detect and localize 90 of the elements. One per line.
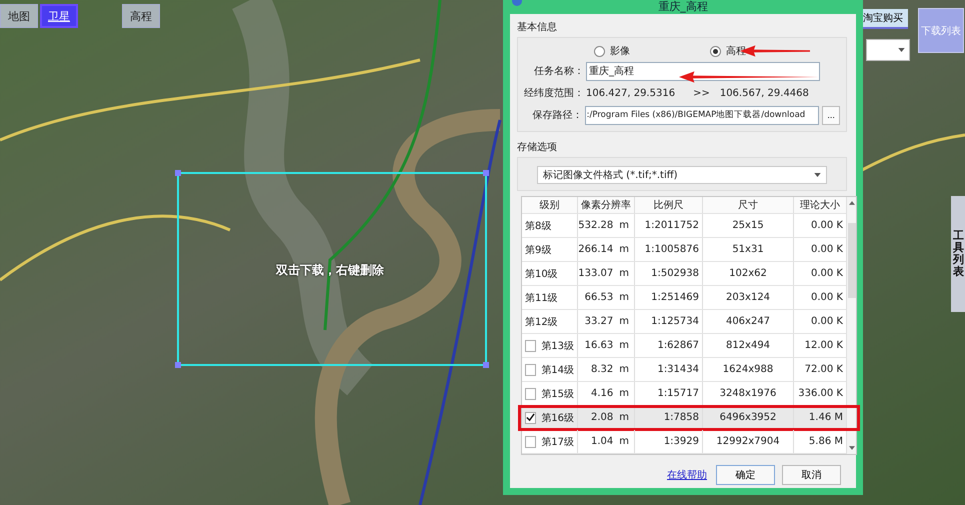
field-label: 经纬度范围： <box>524 86 584 100</box>
scale-cell: 1:62867 <box>635 334 703 357</box>
checkbox[interactable] <box>525 364 536 376</box>
column-header: 级别 <box>522 197 578 213</box>
browse-button[interactable]: ... <box>822 106 840 124</box>
scale-cell: 1:502938 <box>635 262 703 285</box>
file-size-cell-text: 0.00 K <box>810 291 844 305</box>
checkbox[interactable] <box>525 412 536 424</box>
file-size-cell-text: 12.00 K <box>804 339 844 353</box>
resolution-cell: 532.28 m <box>578 214 635 237</box>
level-cell: 第14级 <box>522 358 578 381</box>
radio-button[interactable] <box>594 46 605 56</box>
resolution-cell: 266.14 m <box>578 238 635 261</box>
map-type-tab[interactable]: 卫星 <box>40 4 78 28</box>
section-heading: 基本信息 <box>517 20 557 34</box>
scale-cell: 1:1005876 <box>635 238 703 261</box>
tool-list-label: 工具列表 <box>952 230 964 278</box>
column-header: 比例尺 <box>635 197 703 213</box>
scroll-down-icon[interactable] <box>848 446 854 450</box>
file-size-cell-text: 0.00 K <box>810 315 844 329</box>
file-size-cell-text: 1.46 M <box>808 411 844 425</box>
level-cell: 第10级 <box>522 262 578 285</box>
file-size-cell-text: 336.00 K <box>797 387 844 401</box>
file-size-cell-text: 72.00 K <box>804 363 844 377</box>
resolution-cell: 4.16 m <box>578 382 635 405</box>
file-size-cell-text: 0.00 K <box>810 267 844 281</box>
map-type-tab[interactable]: 高程 <box>122 4 160 28</box>
resolution-cell: 16.63 m <box>578 334 635 357</box>
size-cell: 12992x7904 <box>703 430 794 453</box>
size-cell: 102x62 <box>703 262 794 285</box>
cancel-button[interactable]: 取消 <box>782 465 841 485</box>
level-cell: 第12级 <box>522 310 578 333</box>
caret-icon <box>898 48 905 52</box>
file-size-cell-text: 0.00 K <box>810 243 844 257</box>
scale-cell: 1:2011752 <box>635 214 703 237</box>
file-size-cell-text: 5.86 M <box>808 435 844 449</box>
level-cell: 第11级 <box>522 286 578 309</box>
resolution-cell: 33.27 m <box>578 310 635 333</box>
selection-rectangle[interactable] <box>177 172 487 366</box>
column-header: 尺寸 <box>703 197 794 213</box>
resolution-cell: 8.32 m <box>578 358 635 381</box>
ok-button[interactable]: 确定 <box>716 465 775 485</box>
format-dropdown[interactable]: 标记图像文件格式 (*.tif;*.tiff) <box>537 166 827 184</box>
level-cell: 第9级 <box>522 238 578 261</box>
size-cell: 51x31 <box>703 238 794 261</box>
save-path-field[interactable]: :/Program Files (x86)/BIGEMAP地图下载器/download <box>584 106 820 124</box>
resolution-cell: 1.04 m <box>578 430 635 453</box>
column-header: 理论大小 <box>799 198 841 213</box>
resolution-cell: 133.07 m <box>578 262 635 285</box>
help-link[interactable]: 在线帮助 <box>667 468 707 482</box>
level-cell: 第15级 <box>522 382 578 405</box>
size-cell: 25x15 <box>703 214 794 237</box>
scale-cell: 1:15717 <box>635 382 703 405</box>
scale-cell: 1:125734 <box>635 310 703 333</box>
dialog-title: 重庆_高程 <box>658 1 708 13</box>
level-cell: 第8级 <box>522 214 578 237</box>
tool-list-panel[interactable]: 工具列表 <box>951 196 965 312</box>
column-header: 像素分辨率 <box>578 197 635 213</box>
section-heading: 存储选项 <box>517 140 557 154</box>
radio-option[interactable]: 影像 <box>594 44 630 58</box>
checkbox[interactable] <box>525 388 536 400</box>
scale-cell: 1:251469 <box>635 286 703 309</box>
task-name-field[interactable]: 重庆_高程 <box>586 62 820 80</box>
scrollbar[interactable] <box>846 197 856 454</box>
dropdown[interactable] <box>866 39 910 61</box>
scroll-up-icon[interactable] <box>848 201 854 205</box>
scrollbar-thumb[interactable] <box>848 223 856 298</box>
caret-icon <box>814 173 821 177</box>
field-label: 保存路径： <box>532 109 583 122</box>
size-cell: 812x494 <box>703 334 794 357</box>
size-cell: 406x247 <box>703 310 794 333</box>
range-end: 106.567, 29.4468 <box>720 88 809 98</box>
file-size-cell-text: 0.00 K <box>810 219 844 233</box>
size-cell: 1624x988 <box>703 358 794 381</box>
field-label: 任务名称： <box>533 65 584 78</box>
checkbox[interactable] <box>525 340 536 352</box>
range-separator: >> <box>693 88 710 98</box>
map-type-tab[interactable]: 地图 <box>0 4 38 28</box>
size-cell: 203x124 <box>703 286 794 309</box>
level-cell: 第17级 <box>522 430 578 453</box>
radio-button[interactable] <box>710 46 721 56</box>
size-cell: 3248x1976 <box>703 382 794 405</box>
range-start: 106.427, 29.5316 <box>586 88 676 98</box>
level-cell: 第13级 <box>522 334 578 357</box>
resolution-cell: 66.53 m <box>578 286 635 309</box>
scale-cell: 1:3929 <box>635 430 703 453</box>
scale-cell: 1:31434 <box>635 358 703 381</box>
selection-hint: 双击下载，右键删除 <box>276 262 384 279</box>
app-icon <box>512 0 522 6</box>
checkbox[interactable] <box>525 436 536 448</box>
